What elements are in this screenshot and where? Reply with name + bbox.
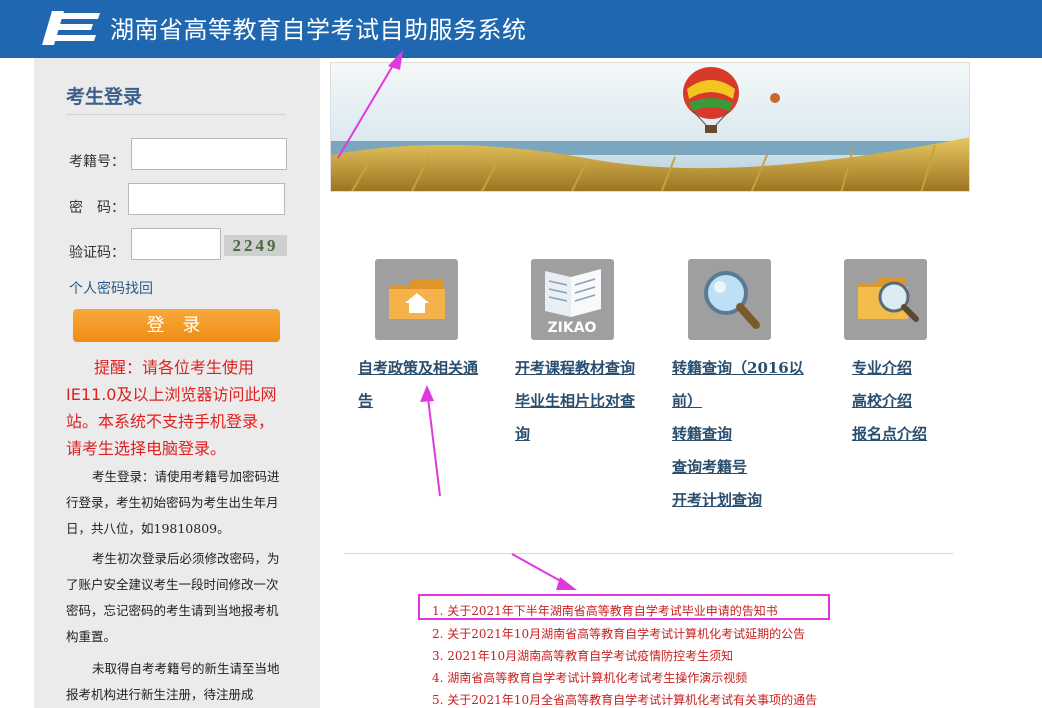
annotation-arrows: [337, 50, 577, 590]
